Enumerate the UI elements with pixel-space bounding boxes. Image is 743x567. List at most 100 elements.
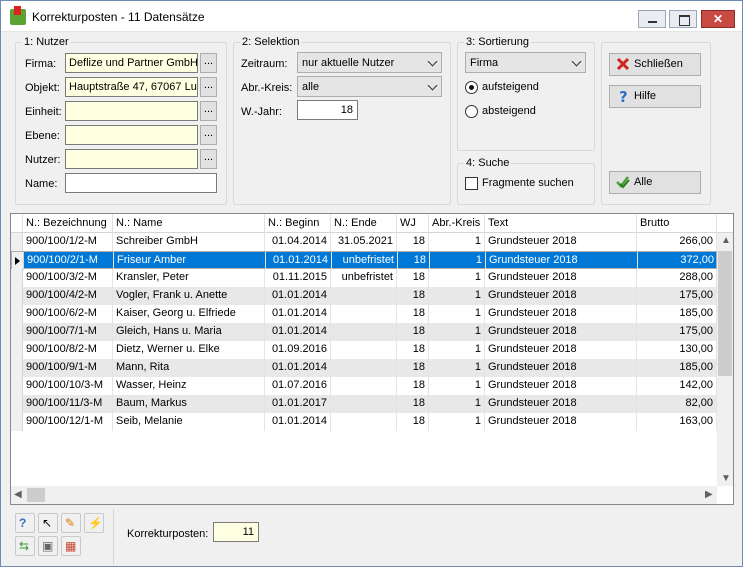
print-tool[interactable]: ▣ <box>38 536 58 556</box>
objekt-browse-button[interactable]: ... <box>200 77 217 97</box>
firma-field[interactable]: Deflize und Partner GmbH <box>65 53 198 73</box>
close-x-icon <box>616 57 630 71</box>
palette-icon: ▦ <box>65 539 77 553</box>
table-row[interactable]: 900/100/3/2-M Kransler, Peter 01.11.2015 un… <box>11 269 717 287</box>
table-cell: 18 <box>397 323 429 341</box>
table-cell: Grundsteuer 2018 <box>485 341 637 359</box>
horizontal-scroll-thumb[interactable] <box>27 488 45 502</box>
app-icon <box>10 6 26 25</box>
scroll-left-icon[interactable]: ◀ <box>14 489 22 500</box>
table-cell: 82,00 <box>637 395 717 413</box>
table-row[interactable]: 900/100/11/3-M Baum, Markus 01.01.2017 18 1 G… <box>11 395 717 413</box>
scroll-down-icon[interactable]: ▼ <box>721 473 731 484</box>
table-cell <box>331 341 397 359</box>
header-bezeichnung[interactable]: N.: Bezeichnung <box>23 214 113 233</box>
table-cell: 18 <box>397 377 429 395</box>
einheit-browse-button[interactable]: ... <box>200 101 217 121</box>
table-row[interactable]: 900/100/10/3-M Wasser, Heinz 01.07.2016 18 1… <box>11 377 717 395</box>
maximize-button[interactable] <box>669 10 697 28</box>
table-cell: Baum, Markus <box>113 395 265 413</box>
korrekturposten-table[interactable]: N.: Bezeichnung N.: Name N.: Beginn N.: … <box>10 213 734 505</box>
header-beginn[interactable]: N.: Beginn <box>265 214 331 233</box>
row-indicator <box>12 252 24 270</box>
table-cell: 01.01.2017 <box>265 395 331 413</box>
firma-browse-button[interactable]: ... <box>200 53 217 73</box>
zeitraum-select[interactable]: nur aktuelle Nutzer <box>297 52 442 73</box>
nutzer-browse-button[interactable]: ... <box>200 149 217 169</box>
header-ende[interactable]: N.: Ende <box>331 214 397 233</box>
help-tool[interactable]: ? <box>15 513 35 533</box>
w-jahr-input[interactable]: 18 <box>297 100 358 120</box>
hilfe-button[interactable]: ? Hilfe <box>609 85 701 108</box>
row-indicator <box>11 395 23 413</box>
objekt-field[interactable]: Hauptstraße 47, 67067 Luc <box>65 77 198 97</box>
header-wj[interactable]: WJ <box>397 214 429 233</box>
table-row[interactable]: 900/100/4/2-M Vogler, Frank u. Anette 01.0… <box>11 287 717 305</box>
palette-tool[interactable]: ▦ <box>61 536 81 556</box>
table-cell: Grundsteuer 2018 <box>485 269 637 287</box>
row-indicator <box>11 341 23 359</box>
firma-label: Firma: <box>25 58 57 70</box>
einheit-field[interactable] <box>65 101 198 121</box>
table-cell: unbefristet <box>332 252 398 270</box>
fragmente-label: Fragmente suchen <box>482 177 574 189</box>
aufsteigend-radio[interactable] <box>465 81 478 94</box>
scroll-up-icon[interactable]: ▲ <box>721 235 731 246</box>
nutzer-field[interactable] <box>65 149 198 169</box>
table-row[interactable]: 900/100/9/1-M Mann, Rita 01.01.2014 18 1 Grun… <box>11 359 717 377</box>
edit-tool[interactable]: ✎ <box>61 513 81 533</box>
table-cell: 1 <box>429 323 485 341</box>
einheit-label: Einheit: <box>25 106 62 118</box>
table-cell: 18 <box>397 233 429 251</box>
close-button[interactable]: ✕ <box>701 10 735 28</box>
table-cell: 900/100/2/1-M <box>24 252 114 270</box>
ebene-field[interactable] <box>65 125 198 145</box>
table-cell: Grundsteuer 2018 <box>485 323 637 341</box>
window-title: Korrekturposten - 11 Datensätze <box>32 10 205 24</box>
table-cell: Grundsteuer 2018 <box>485 395 637 413</box>
table-cell <box>331 359 397 377</box>
table-row[interactable]: 900/100/8/2-M Dietz, Werner u. Elke 01.09.… <box>11 341 717 359</box>
table-cell: 18 <box>397 395 429 413</box>
header-text[interactable]: Text <box>485 214 637 233</box>
table-cell: 900/100/1/2-M <box>23 233 113 251</box>
table-cell: Gleich, Hans u. Maria <box>113 323 265 341</box>
abr-kreis-select[interactable]: alle <box>297 76 442 97</box>
refresh-tool[interactable]: ⇆ <box>15 536 35 556</box>
table-row[interactable]: 900/100/12/1-M Seib, Melanie 01.01.2014 18 1… <box>11 413 717 431</box>
table-cell: 175,00 <box>637 323 717 341</box>
vertical-scrollbar[interactable]: ▲ ▼ <box>717 233 733 486</box>
ebene-browse-button[interactable]: ... <box>200 125 217 145</box>
table-row[interactable]: 900/100/6/2-M Kaiser, Georg u. Elfriede 01… <box>11 305 717 323</box>
scroll-right-icon[interactable]: ▶ <box>705 489 713 500</box>
fragmente-checkbox[interactable] <box>465 177 478 190</box>
w-jahr-label: W.-Jahr: <box>241 106 282 118</box>
double-check-icon <box>616 176 630 189</box>
table-cell: 1 <box>429 341 485 359</box>
table-cell: 01.11.2015 <box>265 269 331 287</box>
horizontal-scrollbar[interactable]: ◀ ▶ <box>11 486 717 504</box>
name-input[interactable] <box>65 173 217 193</box>
header-abr-kreis[interactable]: Abr.-Kreis <box>429 214 485 233</box>
vertical-scroll-thumb[interactable] <box>718 251 732 376</box>
table-cell: 372,00 <box>638 252 718 270</box>
table-cell: 185,00 <box>637 359 717 377</box>
row-indicator <box>11 377 23 395</box>
alle-button[interactable]: Alle <box>609 171 701 194</box>
nutzer-legend: 1: Nutzer <box>22 36 71 48</box>
lightning-tool[interactable]: ⚡ <box>84 513 104 533</box>
header-name[interactable]: N.: Name <box>113 214 265 233</box>
header-brutto[interactable]: Brutto <box>637 214 717 233</box>
pointer-tool[interactable]: ↖ <box>38 513 58 533</box>
table-row[interactable]: 900/100/1/2-M Schreiber GmbH 01.04.2014 31.… <box>11 233 717 251</box>
help-icon: ? <box>19 516 27 530</box>
schliessen-button[interactable]: Schließen <box>609 53 701 76</box>
sort-field-select[interactable]: Firma <box>465 52 586 73</box>
table-cell: Grundsteuer 2018 <box>485 377 637 395</box>
zeitraum-label: Zeitraum: <box>241 58 288 70</box>
minimize-button[interactable] <box>638 10 666 28</box>
absteigend-radio[interactable] <box>465 105 478 118</box>
table-row[interactable]: 900/100/2/1-M Friseur Amber 01.01.2014 unbe… <box>11 251 718 270</box>
table-cell: 900/100/8/2-M <box>23 341 113 359</box>
table-row[interactable]: 900/100/7/1-M Gleich, Hans u. Maria 01.01.… <box>11 323 717 341</box>
